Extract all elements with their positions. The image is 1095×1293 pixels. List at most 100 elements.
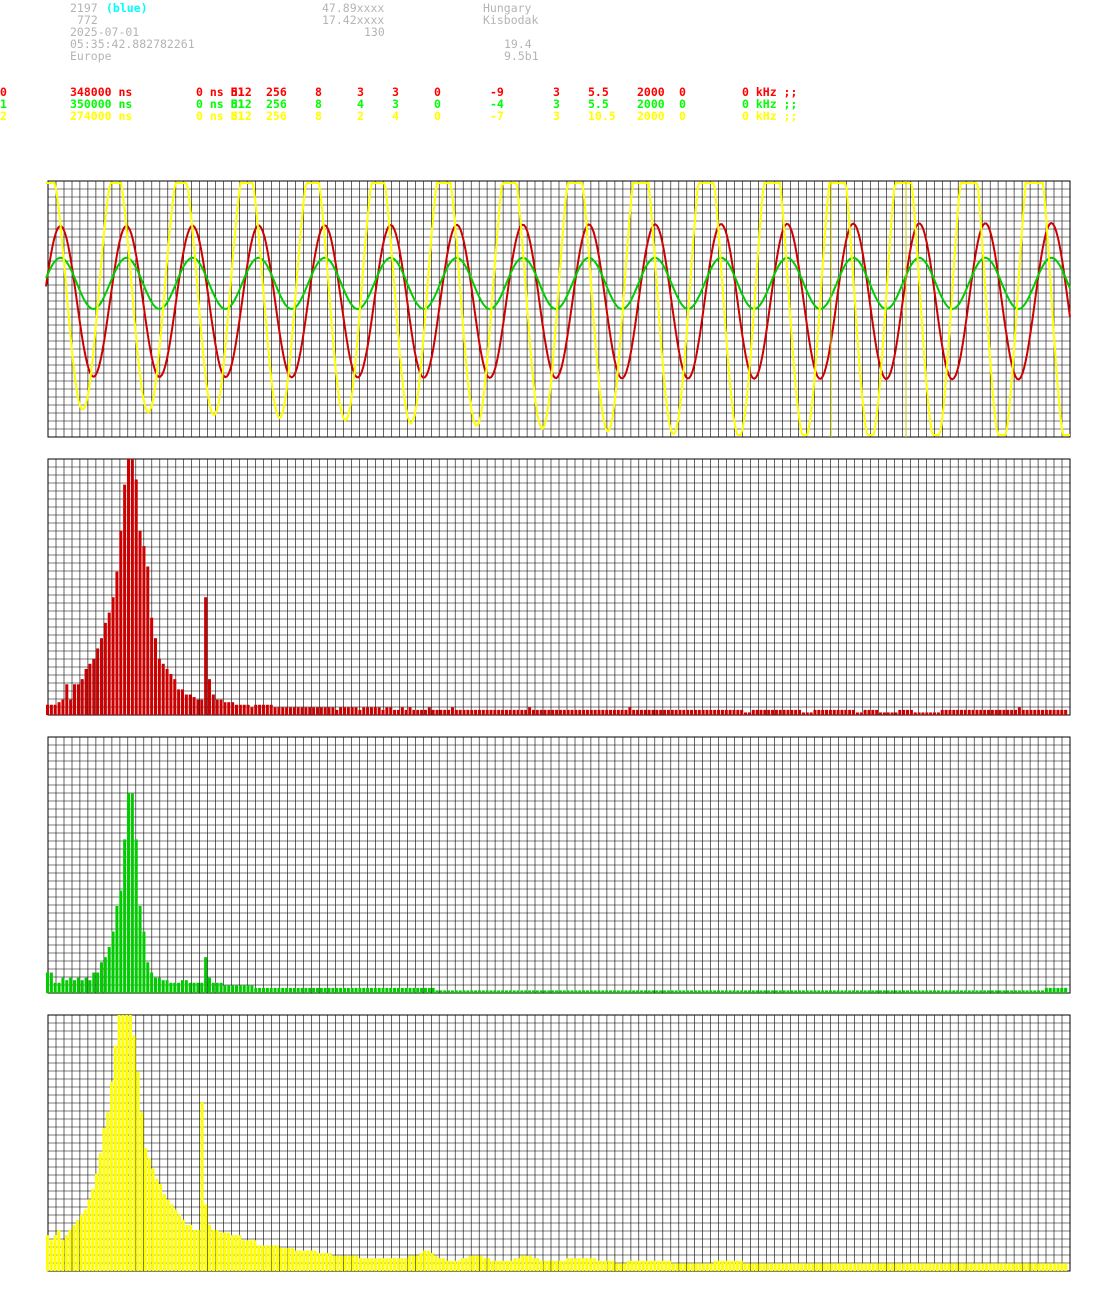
spectrum-1-bar-254 (1025, 709, 1029, 715)
spectrum-1-bar-20 (123, 484, 127, 715)
spectrum-1-bar-210 (855, 712, 859, 715)
spectrum-2-bar-136 (570, 990, 574, 993)
spectrum-1-bar-217 (882, 712, 886, 715)
spectrum-3-bar-1 (49, 1240, 53, 1271)
spectrum-2-bar-58 (269, 987, 273, 993)
spectrum-1-bar-200 (817, 709, 821, 715)
spectrum-3-bar-98 (415, 1255, 419, 1271)
spectrum-1-bar-101 (435, 709, 439, 715)
spectrum-1-bar-197 (805, 712, 809, 715)
spectrum-3-bar-180 (724, 1260, 728, 1271)
spectrum-1-bar-206 (840, 709, 844, 715)
spectrum-2-bar-126 (531, 990, 535, 993)
charts-canvas (45, 180, 1071, 1272)
spectrum-3-bar-44 (211, 1230, 215, 1271)
spectrum-3-bar-162 (656, 1260, 660, 1271)
spectrum-1-bar-27 (150, 617, 154, 715)
spectrum-2-bar-176 (724, 990, 728, 993)
spectrum-1-bar-102 (439, 709, 443, 715)
spectrum-3-bar-145 (592, 1258, 596, 1271)
spectrum-3-bar-62 (279, 1247, 283, 1271)
spectrum-1-bar-237 (960, 709, 964, 715)
spectrum-2-bar-138 (578, 990, 582, 993)
spectrum-3-bar-234 (928, 1263, 932, 1271)
spectrum-2-bar-226 (917, 990, 921, 993)
spectrum-1-bar-61 (281, 707, 285, 715)
spectrum-2-bar-144 (601, 990, 605, 993)
spectrum-3-bar-8 (76, 1219, 80, 1271)
spectrum-1-bar-151 (628, 707, 632, 715)
spectrum-2-bar-26 (146, 962, 150, 993)
spectrum-3-bar-253 (1000, 1263, 1004, 1271)
spectrum-1-bar-23 (134, 479, 138, 715)
spectrum-1-bar-164 (678, 709, 682, 715)
spectrum-1-bar-249 (1006, 709, 1010, 715)
spectrum-2-bar-9 (80, 980, 84, 993)
spectrum-3-bar-187 (751, 1263, 755, 1271)
spectrum-3-bar-141 (577, 1258, 581, 1271)
spectrum-1-bar-193 (790, 709, 794, 715)
spectrum-1-bar-129 (543, 709, 547, 715)
spectrum-2-bar-5 (65, 980, 69, 993)
spectrum-2-bar-21 (126, 793, 130, 993)
spectrum-3-bar-219 (871, 1263, 875, 1271)
spectrum-3-bar-168 (679, 1263, 683, 1271)
spectrum-2-bar-159 (659, 990, 663, 993)
spectrum-1-bar-140 (585, 709, 589, 715)
spectrum-1-bar-180 (740, 709, 744, 715)
spectrum-3-bar-105 (441, 1258, 445, 1271)
spectrum-2-bar-195 (798, 990, 802, 993)
spectrum-1-bar-66 (300, 707, 304, 715)
spectrum-1-bar-112 (477, 709, 481, 715)
spectrum-2-bar-208 (848, 990, 852, 993)
spectrum-2-bar-22 (130, 793, 134, 993)
spectrum-3-bar-265 (1045, 1263, 1049, 1271)
spectrum-2-bar-143 (597, 990, 601, 993)
spectrum-1-bar-12 (92, 658, 96, 715)
spectrum-2-bar-19 (119, 890, 123, 993)
spectrum-3-bar-165 (668, 1260, 672, 1271)
spectrum-3-bar-134 (551, 1260, 555, 1271)
spectrum-1-bar-143 (597, 709, 601, 715)
spectrum-2-bar-105 (450, 990, 454, 993)
spectrum-1-bar-75 (335, 709, 339, 715)
spectrum-3-bar-51 (238, 1235, 242, 1271)
spectrum-1-bar-62 (285, 707, 289, 715)
spectrum-1-bar-179 (736, 709, 740, 715)
spectrum-3-bar-99 (419, 1253, 423, 1271)
spectrum-2-bar-110 (470, 990, 474, 993)
spectrum-2-bar-201 (821, 990, 825, 993)
spectrum-1-bar-233 (944, 709, 948, 715)
spectrum-1-bar-144 (601, 709, 605, 715)
spectrum-1-bar-37 (188, 694, 192, 715)
spectrum-3-bar-77 (336, 1255, 340, 1271)
spectrum-2-bar-70 (315, 987, 319, 993)
spectrum-1-bar-34 (177, 689, 181, 715)
spectrum-1-bar-82 (362, 707, 366, 715)
spectrum-3-bar-81 (351, 1255, 355, 1271)
spectrum-3-bar-186 (747, 1263, 751, 1271)
spectrum-2-bar-171 (705, 990, 709, 993)
spectrum-2-bar-62 (285, 987, 289, 993)
spectrum-1-bar-212 (863, 709, 867, 715)
spectrum-1-bar-241 (975, 709, 979, 715)
spectrum-3-bar-50 (234, 1235, 238, 1271)
spectrum-3-bar-206 (822, 1263, 826, 1271)
spectrum-1-bar-74 (331, 707, 335, 715)
spectrum-3-bar-83 (359, 1258, 362, 1271)
spectrum-2-bar-202 (825, 990, 829, 993)
spectrum-3-bar-34 (174, 1209, 178, 1271)
spectrum-2-bar-194 (794, 990, 798, 993)
spectrum-1-bar-153 (636, 709, 640, 715)
spectrum-3-bar-140 (573, 1258, 577, 1271)
spectrum-2-bar-11 (88, 980, 92, 993)
spectrum-3-bar-229 (909, 1263, 913, 1271)
spectrum-1-bar-184 (755, 709, 759, 715)
spectrum-3-bar-6 (68, 1230, 72, 1271)
spectrum-3-bar-242 (958, 1263, 962, 1271)
spectrum-2-bar-237 (960, 990, 964, 993)
spectrum-2-bar-147 (612, 990, 616, 993)
spectrum-2-bar-124 (524, 990, 528, 993)
spectrum-1-bar-223 (906, 709, 910, 715)
spectrum-3-bar-119 (494, 1260, 498, 1271)
